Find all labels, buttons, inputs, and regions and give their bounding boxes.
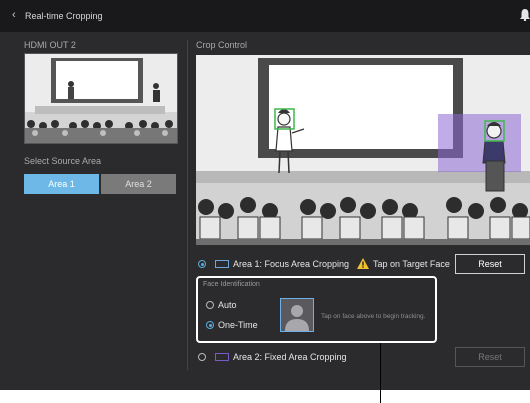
output-thumbnail: [24, 53, 178, 144]
bell-icon[interactable]: [520, 9, 530, 21]
column-divider: [187, 40, 188, 370]
area-2-swatch: [215, 353, 229, 361]
back-button[interactable]: ‹: [12, 10, 16, 21]
area-1-swatch: [215, 260, 229, 268]
face-identification-panel: Face Identification Auto One-Time Tap on…: [196, 276, 437, 343]
crop-control-label: Crop Control: [196, 40, 248, 50]
auto-label: Auto: [218, 300, 237, 310]
face-hint-text: Tap on face above to begin tracking.: [321, 313, 426, 320]
one-time-label: One-Time: [218, 320, 258, 330]
auto-radio[interactable]: [206, 301, 214, 309]
crop-area-overlay[interactable]: [438, 114, 521, 172]
warning-icon: [357, 258, 369, 269]
realtime-cropping-window: ‹ Real-time Cropping HDMI OUT 2 Select S…: [0, 0, 530, 390]
face-identification-label: Face Identification: [203, 281, 260, 288]
target-face-avatar[interactable]: [280, 298, 314, 332]
warning-text: Tap on Target Face: [373, 259, 450, 269]
area-1-radio[interactable]: [198, 260, 206, 268]
person-icon: [285, 305, 309, 331]
page-title: Real-time Cropping: [25, 11, 103, 21]
area-1-button[interactable]: Area 1: [24, 174, 99, 194]
crop-preview[interactable]: [196, 55, 530, 245]
area-2-button[interactable]: Area 2: [101, 174, 176, 194]
area-1-option-label: Area 1: Focus Area Cropping: [233, 259, 350, 269]
output-label: HDMI OUT 2: [24, 40, 76, 50]
title-bar: ‹ Real-time Cropping: [0, 0, 530, 32]
callout-line: [380, 343, 381, 403]
reset-area-2-button[interactable]: Reset: [455, 347, 525, 367]
area-2-option-label: Area 2: Fixed Area Cropping: [233, 352, 347, 362]
select-source-label: Select Source Area: [24, 156, 102, 166]
one-time-radio[interactable]: [206, 321, 214, 329]
area-2-radio[interactable]: [198, 353, 206, 361]
reset-button[interactable]: Reset: [455, 254, 525, 274]
